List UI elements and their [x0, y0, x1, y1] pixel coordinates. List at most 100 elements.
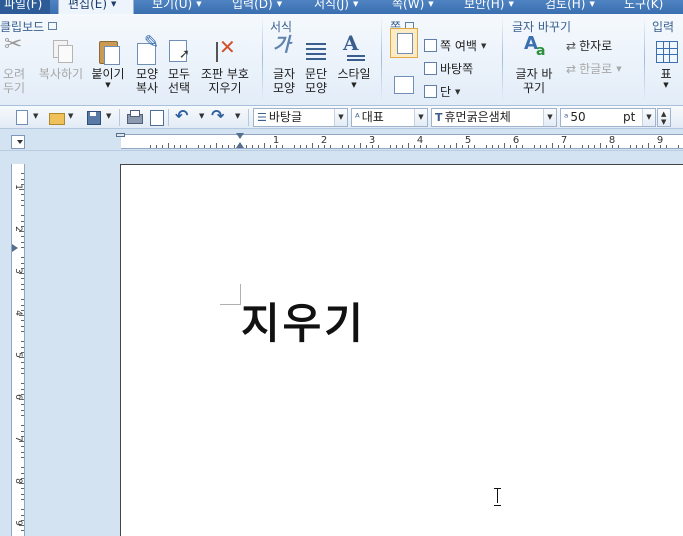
ruler-number: 3 [368, 135, 376, 146]
chevron-down-icon[interactable]: ▼ [661, 118, 666, 126]
truetype-font-icon: T [435, 111, 443, 124]
chevron-down-icon: ▼ [616, 65, 622, 73]
new-document-icon[interactable] [13, 109, 29, 125]
menu-review-label: 검토(H) [545, 0, 586, 11]
top-margin-marker[interactable] [12, 244, 18, 252]
save-icon[interactable] [85, 109, 101, 125]
ruler-tick [21, 330, 24, 332]
chevron-up-icon[interactable]: ▲ [661, 110, 666, 118]
shape-copy-button[interactable]: 모양 복사 [133, 36, 161, 95]
columns-button[interactable]: 단 ▼ [424, 84, 460, 100]
preview-icon[interactable] [148, 109, 164, 126]
redo-icon[interactable] [211, 106, 227, 125]
chevron-down-icon[interactable]: ▼ [33, 112, 38, 120]
ruler-tick [21, 325, 24, 327]
chevron-down-icon[interactable]: ▼ [543, 109, 556, 126]
menu-edit[interactable]: 편집(E) ▼ [58, 0, 134, 14]
chevron-down-icon: ▼ [351, 81, 357, 89]
cut-button[interactable]: 오려 두기 [1, 38, 29, 95]
para-shape-label: 문단 모양 [304, 67, 328, 95]
columns-icon [424, 85, 437, 98]
ruler-tick [21, 283, 24, 285]
ruler-tick [294, 145, 295, 148]
paragraph-icon [303, 38, 329, 64]
menu-review[interactable]: 검토(H) ▼ [545, 0, 595, 14]
char-replace-button[interactable]: 글자 바꾸기 [512, 37, 556, 95]
clear-codes-button[interactable]: 조판 부호 지우기 [197, 38, 253, 95]
para-shape-button[interactable]: 문단 모양 [301, 38, 331, 95]
ruler-tick [522, 145, 523, 148]
chevron-down-icon[interactable]: ▼ [414, 109, 427, 126]
horizontal-ruler[interactable]: 1 2 3 4 5 6 7 8 9 [116, 133, 683, 149]
ruler-tick [21, 173, 24, 175]
ruler-tick [21, 215, 24, 217]
chevron-down-icon[interactable]: ▼ [235, 112, 240, 120]
page-margin-button[interactable]: 쪽 여백 ▼ [424, 38, 486, 54]
chevron-down-icon[interactable]: ▼ [68, 112, 73, 120]
ruler-number: 1 [13, 184, 23, 190]
menu-page[interactable]: 쪽(W) ▼ [392, 0, 434, 14]
cut-label: 오려 두기 [2, 67, 26, 95]
ruler-tick [21, 383, 24, 385]
ruler-tick [312, 143, 313, 148]
chevron-down-icon[interactable]: ▼ [106, 112, 111, 120]
chevron-down-icon: ▼ [589, 0, 595, 8]
chevron-down-icon[interactable]: ▼ [199, 112, 204, 120]
menu-format[interactable]: 서식(J) ▼ [314, 0, 358, 14]
table-button[interactable]: 표 ▼ [651, 38, 681, 89]
vertical-ruler[interactable]: 1 2 3 4 5 6 7 8 9 [11, 164, 25, 536]
open-folder-icon[interactable] [48, 109, 65, 125]
chevron-down-icon[interactable]: ▼ [334, 109, 347, 126]
table-label: 표 [660, 67, 672, 81]
font-size-stepper[interactable]: ▲ ▼ [657, 108, 671, 127]
paste-button[interactable]: 붙이기 ▼ [89, 38, 127, 89]
style-select[interactable]: ☰ 바탕글 ▼ [253, 108, 348, 127]
dialog-launcher-icon[interactable] [48, 22, 58, 30]
menu-file[interactable]: 파일(F) [0, 0, 50, 14]
font-size-field[interactable]: ᵃ 50 pt ▼ [560, 108, 656, 127]
font-select[interactable]: T 휴먼굵은샘체 ▼ [431, 108, 557, 127]
ruler-toggle-button[interactable] [11, 135, 25, 149]
hanja-button[interactable]: ⇄ 한자로 [566, 38, 612, 54]
hangul-button[interactable]: ⇄ 한글로 ▼ [566, 61, 622, 77]
select-all-button[interactable]: 모두 선택 [165, 38, 193, 95]
ruler-tick [21, 372, 24, 374]
menu-security[interactable]: 보안(H) ▼ [464, 0, 514, 14]
background-page-button[interactable]: 바탕쪽 [424, 61, 473, 77]
menu-view[interactable]: 보기(U) ▼ [152, 0, 202, 14]
chevron-down-icon[interactable]: ▼ [642, 109, 655, 126]
text-cursor-icon [494, 488, 501, 506]
menu-tools[interactable]: 도구(K) [624, 0, 663, 14]
style-button[interactable]: 스타일 ▼ [334, 36, 374, 89]
language-select[interactable]: ᴬ 대표 ▼ [351, 108, 428, 127]
ruler-tick [678, 145, 679, 148]
ruler-area: 1 2 3 4 5 6 7 8 9 [0, 130, 683, 151]
ruler-number: 9 [13, 520, 23, 526]
ruler-tick [300, 145, 301, 148]
ruler-number: 2 [13, 226, 23, 232]
ruler-tick [354, 145, 355, 148]
menu-security-label: 보안(H) [464, 0, 505, 11]
ruler-tick [282, 145, 283, 148]
language-icon: ᴬ [355, 111, 360, 124]
indent-marker[interactable] [236, 133, 245, 149]
undo-icon[interactable] [175, 106, 191, 125]
char-shape-button[interactable]: 글자 모양 [269, 38, 299, 95]
ruler-tick [21, 262, 24, 264]
ruler-tick [264, 143, 265, 148]
document-page[interactable] [120, 164, 683, 536]
document-text[interactable]: 지우기 [241, 298, 366, 350]
page-border-button[interactable] [392, 76, 414, 94]
ruler-tick [21, 320, 24, 322]
copy-button[interactable]: 복사하기 [33, 38, 89, 81]
ruler-tick [666, 145, 667, 148]
ruler-tick [270, 145, 271, 148]
left-margin-marker[interactable] [116, 133, 125, 137]
ruler-tick [426, 145, 427, 148]
print-icon[interactable] [126, 109, 143, 125]
page-setup-button[interactable] [390, 28, 418, 58]
style-label: 스타일 [337, 67, 371, 81]
menu-insert[interactable]: 입력(D) ▼ [232, 0, 282, 14]
ruler-tick [150, 145, 151, 148]
ruler-tick [21, 467, 24, 469]
